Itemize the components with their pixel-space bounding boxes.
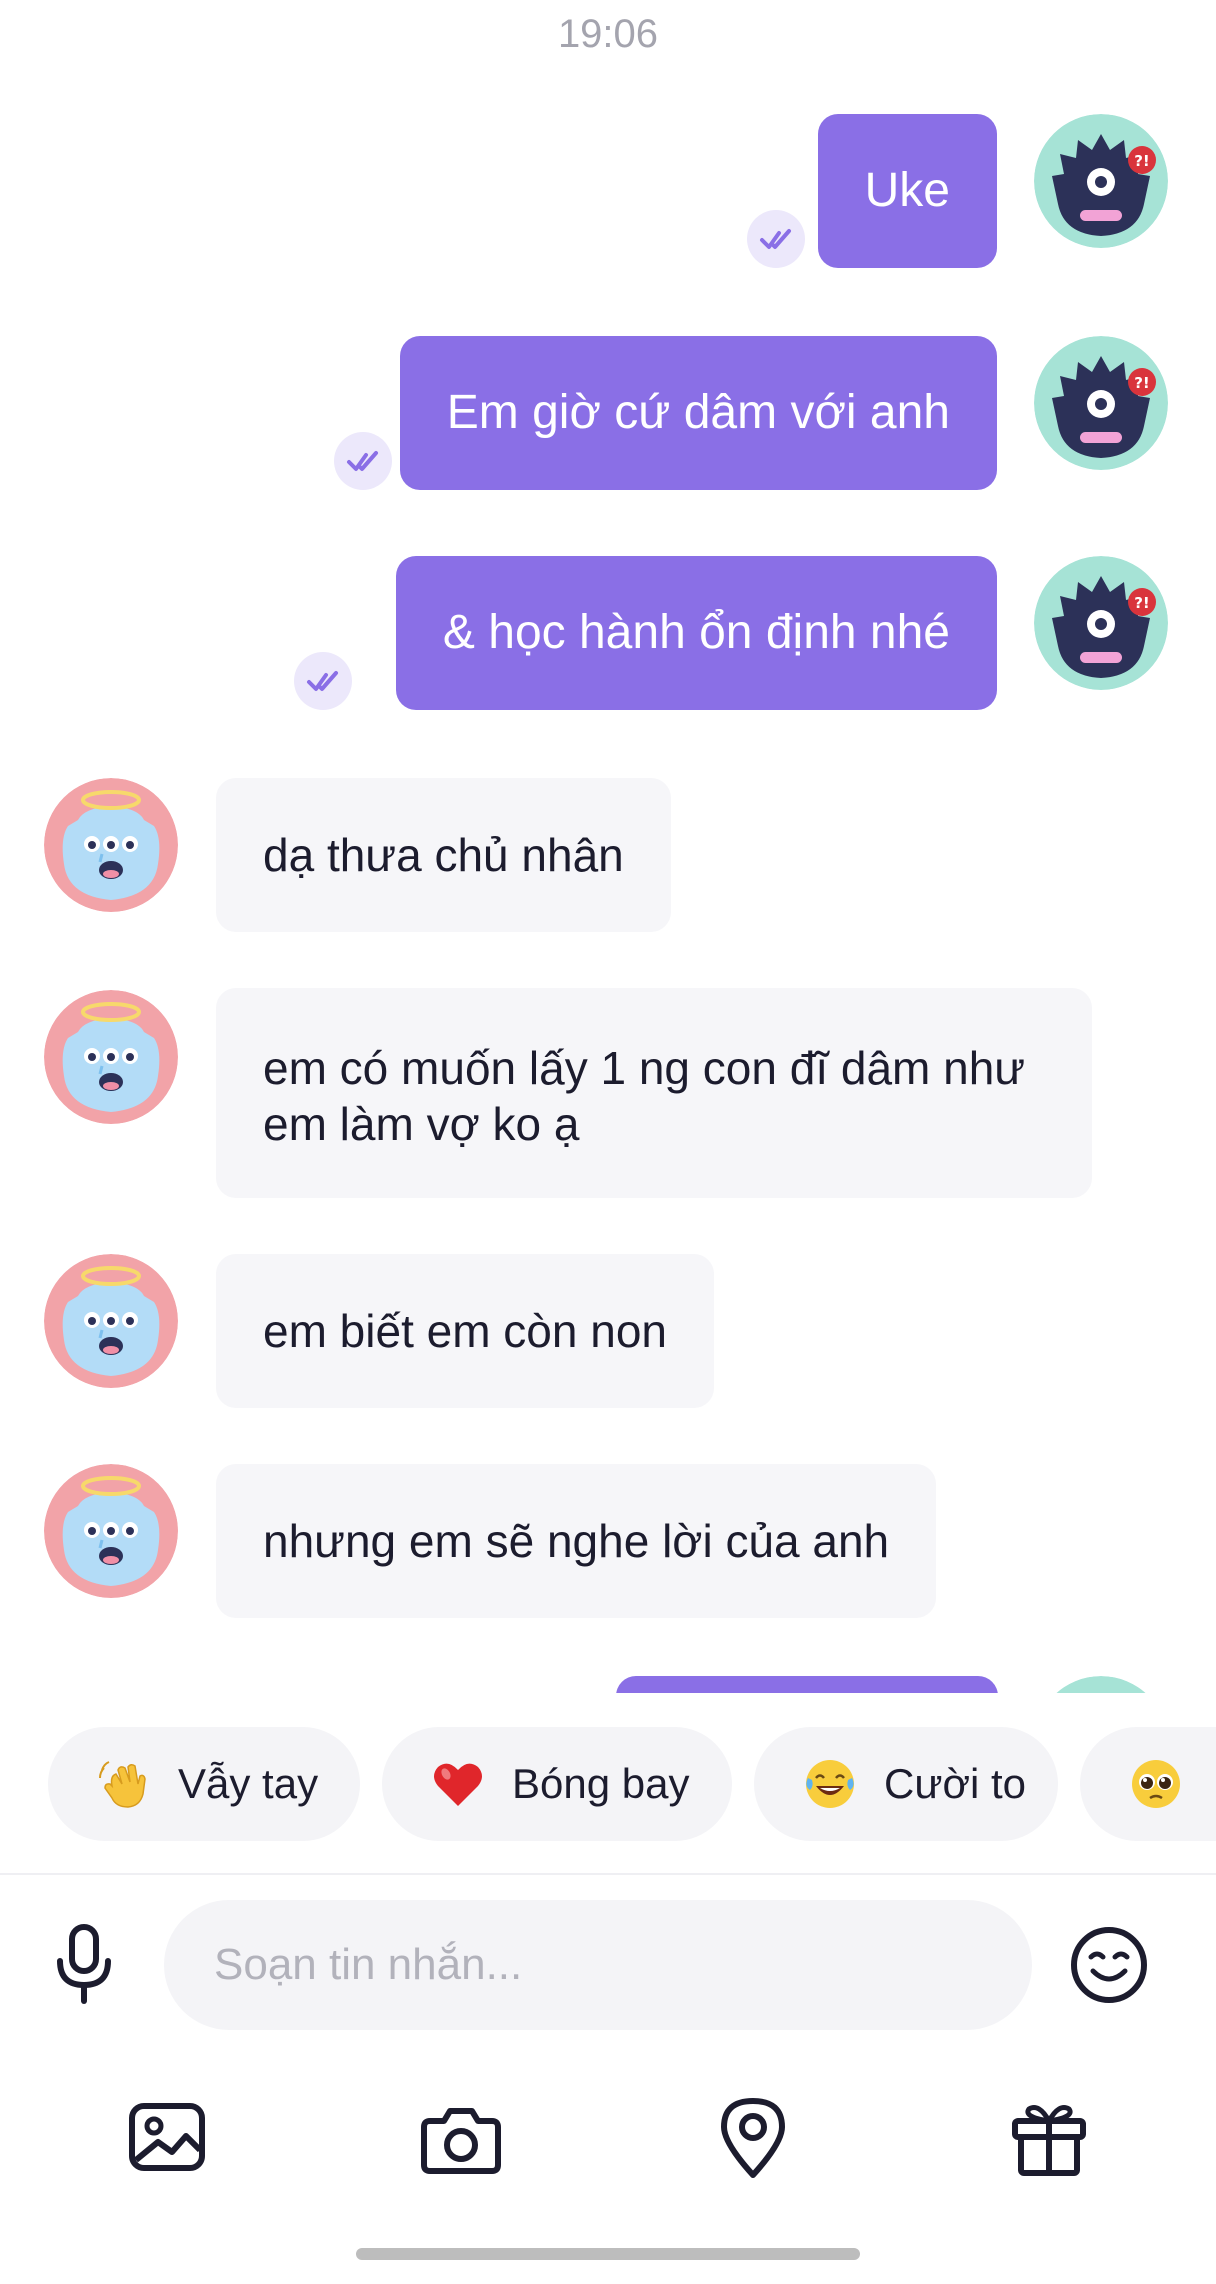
waving-hand-icon	[99, 1761, 146, 1808]
quick-reactions-bar[interactable]: Vẫy tay Bóng bay Cười to	[0, 1727, 1216, 1841]
reaction-chip-pleading[interactable]	[1080, 1727, 1216, 1841]
incoming-message[interactable]: nhưng em sẽ nghe lời của anh	[216, 1464, 937, 1618]
outgoing-message[interactable]: Em giờ cứ dâm với anh	[399, 336, 997, 490]
my-avatar[interactable]	[1034, 1676, 1168, 1693]
microphone-icon[interactable]	[40, 1920, 128, 2010]
message-input[interactable]: Soạn tin nhắn...	[164, 1900, 1032, 2030]
my-avatar[interactable]	[1034, 114, 1168, 248]
divider	[0, 1873, 1216, 1875]
outgoing-message-partial[interactable]	[616, 1676, 998, 1693]
camera-icon[interactable]	[418, 2096, 504, 2182]
read-receipt-icon	[294, 652, 352, 710]
read-receipt-icon	[747, 210, 805, 268]
my-avatar[interactable]	[1034, 556, 1168, 690]
reaction-chip-heart[interactable]: Bóng bay	[382, 1727, 732, 1841]
laughing-tears-icon	[806, 1760, 854, 1808]
contact-avatar[interactable]	[44, 778, 178, 912]
outgoing-message[interactable]: & học hành ổn định nhé	[395, 556, 997, 710]
incoming-message[interactable]: em có muốn lấy 1 ng con đĩ dâm như em là…	[216, 988, 1092, 1198]
contact-avatar[interactable]	[44, 990, 178, 1124]
read-receipt-icon	[334, 432, 392, 490]
reaction-chip-laugh[interactable]: Cười to	[754, 1727, 1058, 1841]
pleading-face-icon	[1132, 1760, 1180, 1808]
reaction-label: Vẫy tay	[178, 1760, 319, 1807]
location-pin-icon[interactable]	[710, 2092, 796, 2182]
contact-avatar[interactable]	[44, 1254, 178, 1388]
reaction-label: Bóng bay	[512, 1760, 690, 1807]
reaction-label: Cười to	[884, 1760, 1027, 1807]
gift-icon[interactable]	[1006, 2092, 1092, 2182]
my-avatar[interactable]	[1034, 336, 1168, 470]
message-list[interactable]: Uke Em giờ cứ dâm với anh & học hành ổn …	[0, 0, 1216, 1693]
image-icon[interactable]	[126, 2096, 208, 2178]
outgoing-message[interactable]: Uke	[817, 114, 997, 268]
incoming-message[interactable]: em biết em còn non	[216, 1254, 715, 1408]
incoming-message[interactable]: dạ thưa chủ nhân	[216, 778, 671, 932]
home-indicator[interactable]	[356, 2248, 860, 2260]
smiley-icon[interactable]	[1064, 1920, 1154, 2010]
reaction-chip-wave[interactable]: Vẫy tay	[48, 1727, 360, 1841]
contact-avatar[interactable]	[44, 1464, 178, 1598]
red-heart-icon	[434, 1763, 482, 1806]
